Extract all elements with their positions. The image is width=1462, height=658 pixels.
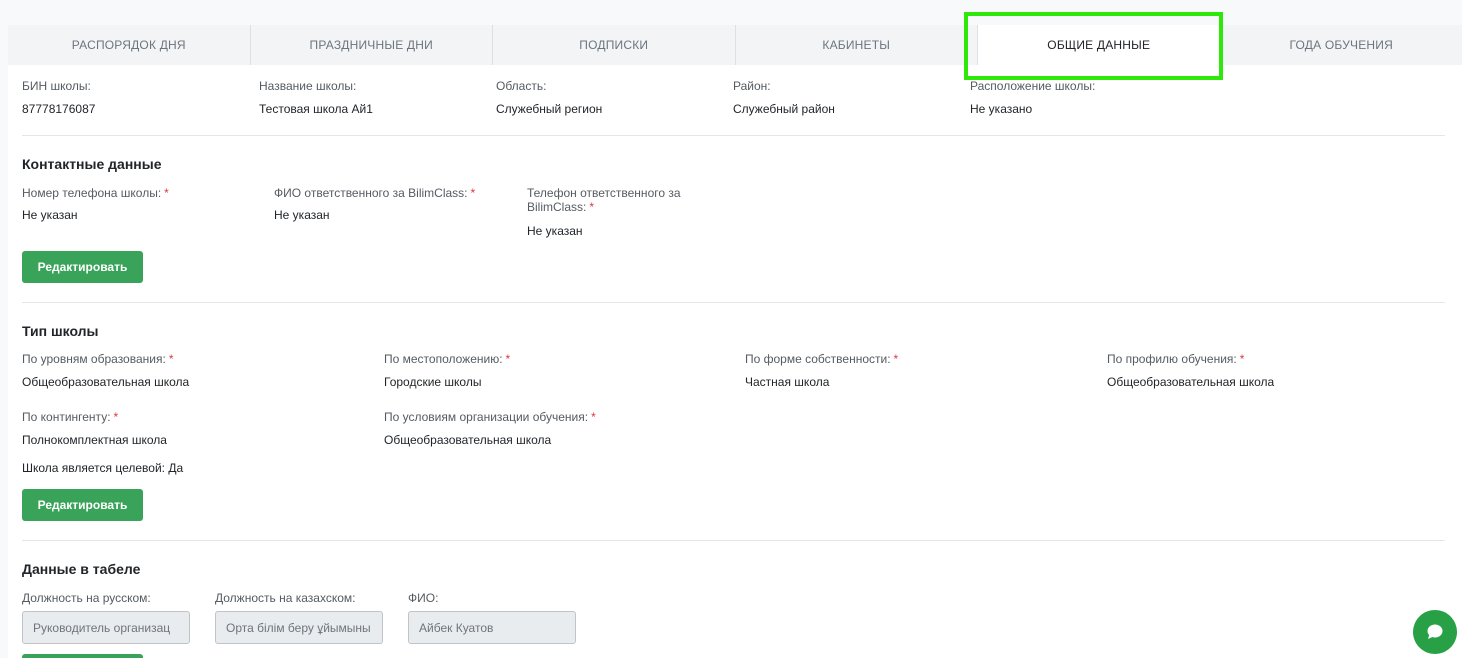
bin-value: 87778176087 (22, 102, 96, 116)
location-type-value: Городские школы (384, 375, 482, 389)
target-school-text: Школа является целевой: Да (22, 461, 184, 475)
required-mark: * (113, 410, 119, 424)
tab-study-years[interactable]: ГОДА ОБУЧЕНИЯ (1221, 25, 1462, 65)
chat-bubble-icon (1427, 624, 1443, 639)
position-kz-input[interactable] (215, 611, 383, 644)
responsible-phone-value: Не указан (527, 224, 583, 238)
school-type-title: Тип школы (22, 323, 99, 339)
tab-classrooms[interactable]: КАБИНЕТЫ (736, 25, 978, 65)
timesheet-title: Данные в табеле (22, 561, 141, 577)
education-level-value: Общеобразовательная школа (22, 375, 190, 389)
position-ru-input[interactable] (22, 611, 190, 644)
fio-label: ФИО: (408, 591, 439, 605)
required-mark: * (591, 410, 596, 424)
tab-bar: РАСПОРЯДОК ДНЯ ПРАЗДНИЧНЫЕ ДНИ ПОДПИСКИ … (8, 25, 1462, 65)
required-mark: * (1239, 352, 1245, 366)
location-type-label: По местоположению: * (384, 352, 511, 366)
required-mark: * (470, 186, 476, 200)
bin-label: БИН школы: (22, 79, 91, 93)
required-mark: * (589, 200, 595, 214)
district-label: Район: (733, 79, 771, 93)
profile-label: По профилю обучения: * (1107, 352, 1245, 366)
responsible-label: ФИО ответственного за BilimClass: * (274, 186, 476, 200)
edit-school-type-button[interactable]: Редактировать (22, 489, 143, 521)
edit-timesheet-button[interactable] (22, 654, 143, 658)
divider (22, 540, 1445, 541)
conditions-value: Общеобразовательная школа (384, 433, 552, 447)
settings-card: РАСПОРЯДОК ДНЯ ПРАЗДНИЧНЫЕ ДНИ ПОДПИСКИ … (8, 25, 1462, 658)
contingent-label: По контингенту: * (22, 410, 119, 424)
divider (22, 135, 1445, 136)
chat-button[interactable] (1413, 610, 1457, 654)
tab-subscriptions[interactable]: ПОДПИСКИ (493, 25, 736, 65)
required-mark: * (893, 352, 899, 366)
fio-input[interactable] (408, 611, 576, 644)
edit-contacts-button[interactable]: Редактировать (22, 251, 143, 283)
position-kz-label: Должность на казахском: (215, 591, 356, 605)
education-level-label: По уровням образования: * (22, 352, 174, 366)
conditions-label: По условиям организации обучения: * (384, 410, 596, 424)
school-name-value: Тестовая школа Ай1 (259, 102, 373, 116)
contacts-title: Контактные данные (22, 156, 162, 172)
position-ru-label: Должность на русском: (22, 591, 151, 605)
required-mark: * (164, 186, 169, 200)
tab-holidays[interactable]: ПРАЗДНИЧНЫЕ ДНИ (251, 25, 493, 65)
location-label: Расположение школы: (970, 79, 1096, 93)
responsible-phone-label: Телефон ответственного за BilimClass: * (527, 186, 681, 214)
divider (22, 302, 1445, 303)
profile-value: Общеобразовательная школа (1107, 375, 1275, 389)
school-name-label: Название школы: (259, 79, 357, 93)
required-mark: * (168, 352, 174, 366)
tab-general-data[interactable]: ОБЩИЕ ДАННЫЕ (978, 25, 1221, 65)
region-label: Область: (496, 79, 547, 93)
tab-schedule[interactable]: РАСПОРЯДОК ДНЯ (8, 25, 251, 65)
ownership-value: Частная школа (745, 375, 830, 389)
ownership-label: По форме собственности: * (745, 352, 899, 366)
school-phone-value: Не указан (22, 208, 78, 222)
contingent-value: Полнокомплектная школа (22, 433, 167, 447)
location-value: Не указано (970, 102, 1033, 116)
school-phone-label: Номер телефона школы: * (22, 186, 169, 200)
required-mark: * (505, 352, 511, 366)
district-value: Служебный район (733, 102, 835, 116)
responsible-value: Не указан (274, 208, 330, 222)
region-value: Служебный регион (496, 102, 603, 116)
